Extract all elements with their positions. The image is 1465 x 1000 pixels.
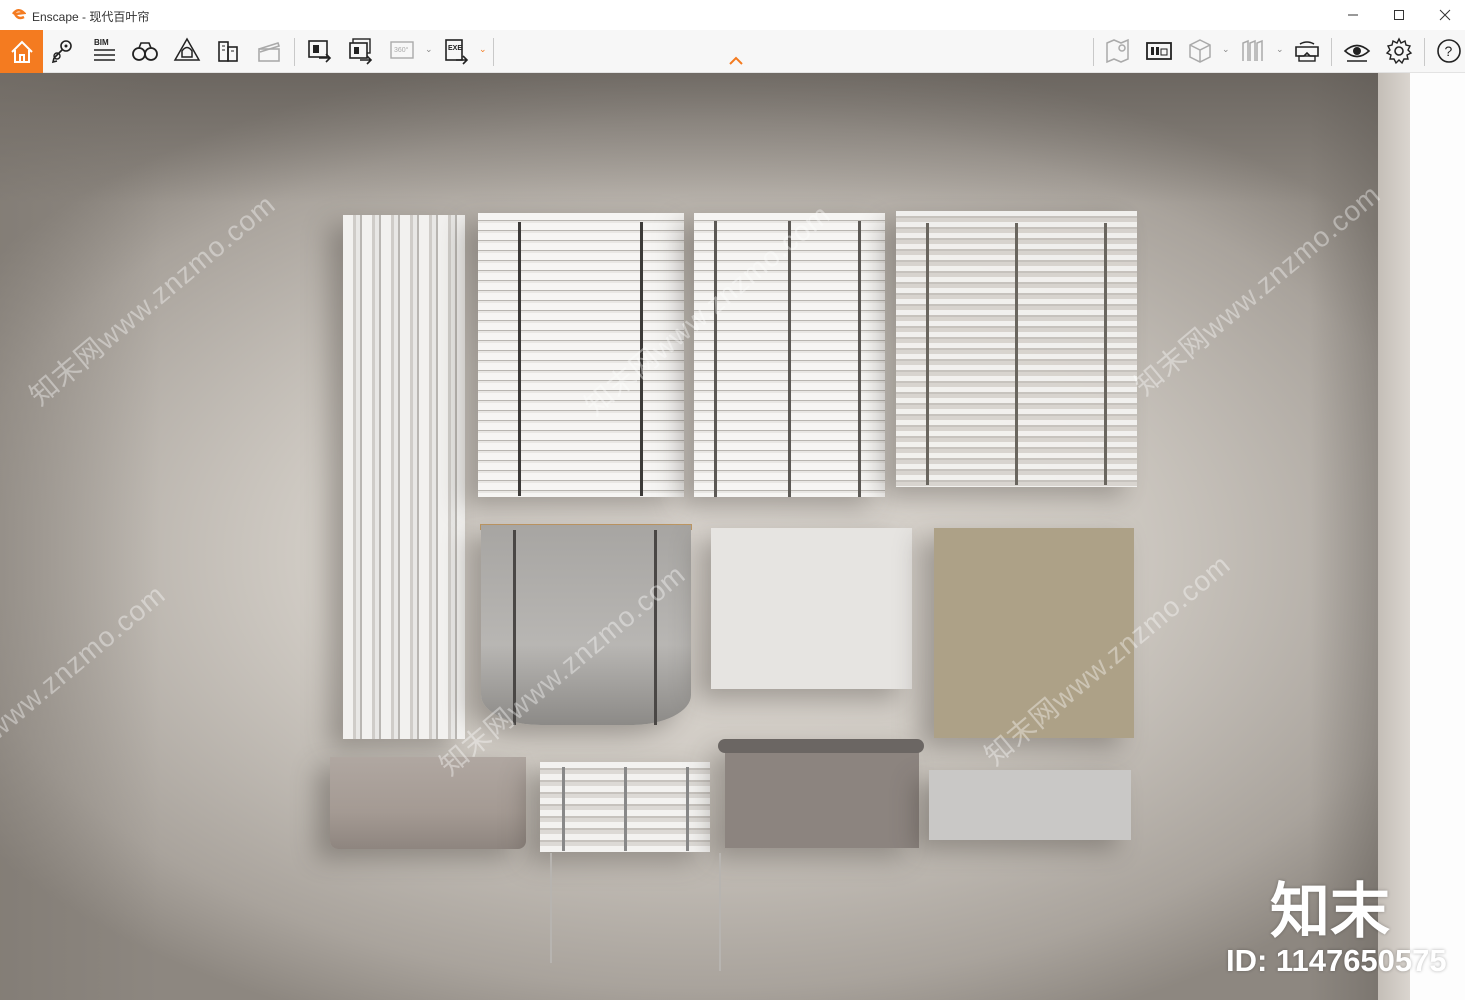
- exe-export-icon: EXE: [445, 39, 469, 65]
- book-views-dropdown-icon[interactable]: ⌄: [1276, 44, 1284, 55]
- close-icon: [1439, 9, 1451, 21]
- window-title: Enscape - 现代百叶帘: [32, 10, 150, 24]
- screenshot-export-button[interactable]: [300, 32, 338, 70]
- cube-view-dropdown-icon[interactable]: ⌄: [1222, 44, 1230, 55]
- close-button[interactable]: [1422, 0, 1465, 30]
- ladder-cord: [1104, 223, 1107, 485]
- id-watermark: ID: 1147650575: [1226, 943, 1447, 978]
- roller-tube: [718, 739, 924, 753]
- cube-view-icon: [1189, 39, 1211, 63]
- toolbar-separator: [1331, 38, 1332, 66]
- shade-strap: [654, 530, 657, 725]
- settings-button[interactable]: [1380, 32, 1418, 70]
- notification-button[interactable]: [168, 32, 206, 70]
- buildings-button[interactable]: [209, 32, 247, 70]
- visual-settings-button[interactable]: [1338, 32, 1376, 70]
- roman-shade-model: [330, 757, 526, 849]
- binoculars-button[interactable]: [126, 32, 164, 70]
- panorama-button[interactable]: 360°: [383, 32, 421, 70]
- help-button[interactable]: ?: [1430, 32, 1465, 70]
- ladder-cord: [926, 223, 929, 485]
- ladder-cord: [714, 221, 717, 497]
- bim-icon: BIM: [94, 38, 115, 61]
- exe-export-button[interactable]: EXE: [437, 32, 475, 70]
- svg-text:360°: 360°: [394, 46, 409, 54]
- settings-gear-icon: [1385, 37, 1413, 65]
- collapse-toolbar-icon[interactable]: [728, 56, 744, 66]
- enscape-logo-icon: [11, 9, 26, 20]
- panorama-360-icon: 360°: [390, 41, 414, 59]
- maximize-button[interactable]: [1376, 0, 1422, 30]
- vr-headset-icon: [1295, 41, 1319, 62]
- ladder-cord: [686, 767, 689, 851]
- binoculars-icon: [132, 42, 158, 61]
- batch-render-button[interactable]: [341, 32, 379, 70]
- ladder-cord: [1015, 223, 1018, 485]
- minimize-button[interactable]: [1330, 0, 1376, 30]
- buildings-icon: [218, 41, 238, 62]
- title-bar: Enscape - 现代百叶帘: [0, 0, 1465, 30]
- vertical-blind-model: [343, 215, 465, 739]
- bim-button[interactable]: BIM: [85, 32, 123, 70]
- exe-dropdown-icon[interactable]: ⌄: [479, 44, 487, 55]
- pull-cord: [719, 853, 721, 971]
- svg-text:EXE: EXE: [448, 45, 462, 52]
- location-button[interactable]: [44, 32, 82, 70]
- book-views-button[interactable]: [1234, 32, 1272, 70]
- visual-settings-eye-icon: [1343, 44, 1371, 62]
- clapperboard-icon: [258, 42, 281, 62]
- home-icon: [10, 40, 33, 63]
- asset-library-button[interactable]: [1140, 32, 1178, 70]
- svg-text:BIM: BIM: [94, 38, 109, 47]
- cube-view-button[interactable]: [1181, 32, 1219, 70]
- ladder-cord: [518, 222, 521, 496]
- toolbar-separator: [493, 38, 494, 66]
- vr-headset-button[interactable]: [1288, 32, 1326, 70]
- brand-watermark: 知末: [1270, 877, 1390, 947]
- grey-roller-blind-model: [725, 741, 919, 848]
- ladder-cord: [624, 767, 627, 851]
- minimize-icon: [1348, 14, 1358, 16]
- toolbar-separator: [294, 38, 295, 66]
- location-pin-icon: [51, 40, 72, 64]
- svg-text:?: ?: [1445, 43, 1453, 59]
- map-info-button[interactable]: [1099, 32, 1137, 70]
- asset-library-icon: [1146, 42, 1172, 60]
- map-info-icon: [1106, 38, 1129, 64]
- main-toolbar: BIM 360° ⌄ EXE ⌄ ⌄ ⌄ ?: [0, 30, 1465, 73]
- render-viewport[interactable]: 知末网www.znzmo.com 知末网www.znzmo.com 知末网www…: [0, 73, 1465, 1000]
- white-roller-blind-model: [711, 528, 912, 689]
- pull-cord: [550, 853, 552, 963]
- home-button[interactable]: [0, 30, 43, 73]
- batch-render-icon: [349, 38, 373, 65]
- help-icon: ?: [1437, 39, 1461, 63]
- light-grey-roller-blind-model: [929, 770, 1131, 840]
- screenshot-export-icon: [308, 40, 332, 63]
- maximize-icon: [1394, 10, 1404, 20]
- book-views-icon: [1242, 39, 1263, 61]
- ladder-cord: [562, 767, 565, 851]
- toolbar-separator: [1093, 38, 1094, 66]
- bell-icon: [173, 37, 201, 61]
- wall-edge-light: [1410, 73, 1465, 1000]
- toolbar-separator: [1424, 38, 1425, 66]
- panorama-dropdown-icon[interactable]: ⌄: [425, 44, 433, 55]
- clapperboard-button[interactable]: [250, 32, 288, 70]
- wall-edge: [1378, 73, 1410, 1000]
- ladder-cord: [858, 221, 861, 497]
